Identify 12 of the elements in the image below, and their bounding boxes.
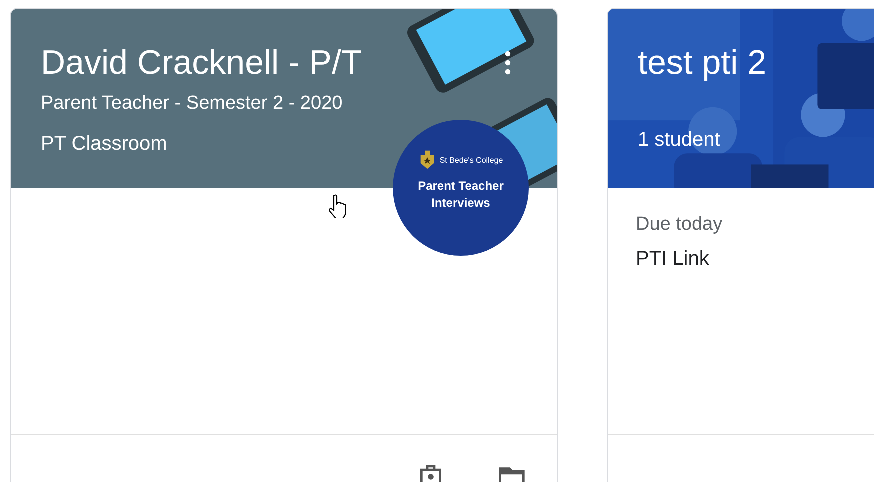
hand-cursor-icon bbox=[328, 194, 346, 218]
assignment-link[interactable]: PTI Link bbox=[636, 248, 710, 271]
crest-icon bbox=[418, 150, 436, 170]
school-name: St Bede's College bbox=[440, 156, 504, 164]
avatar-caption: Parent Teacher Interviews bbox=[417, 178, 505, 212]
due-label: Due today bbox=[636, 214, 723, 236]
more-options-icon[interactable] bbox=[505, 51, 511, 75]
class-title[interactable]: David Cracknell - P/T bbox=[41, 43, 362, 83]
class-section: 1 student bbox=[638, 129, 720, 152]
class-title[interactable]: test pti 2 bbox=[638, 43, 767, 83]
class-section: PT Classroom bbox=[41, 133, 168, 156]
class-subtitle: Parent Teacher - Semester 2 - 2020 bbox=[41, 93, 343, 115]
